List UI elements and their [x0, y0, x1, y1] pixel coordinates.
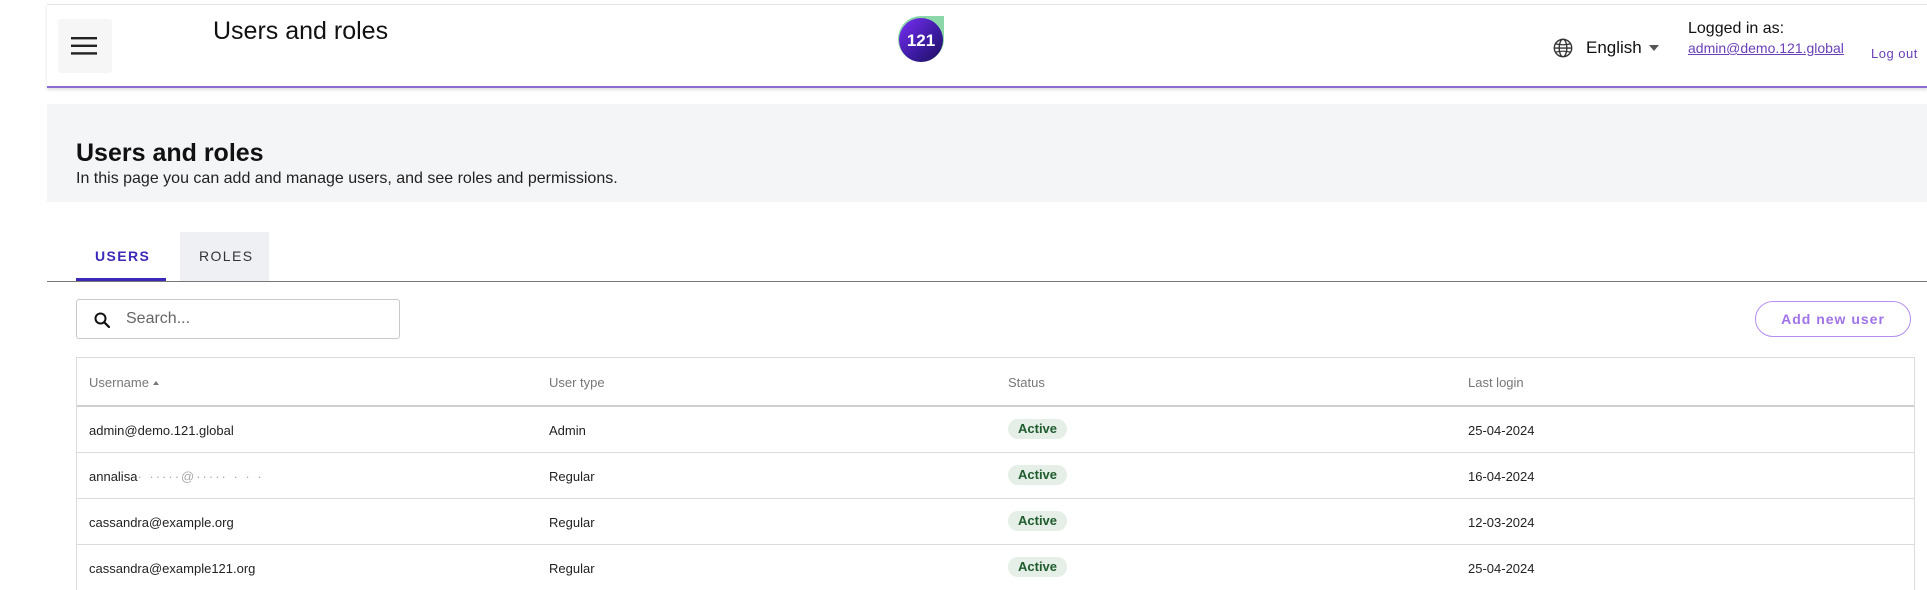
status-badge: Active	[1008, 557, 1068, 577]
username-redacted: · ·····@····· · · ·	[137, 469, 264, 484]
cell-username: cassandra@example.org	[89, 515, 234, 530]
table-header: Username User type Status Last login	[77, 358, 1914, 407]
status-badge: Active	[1008, 511, 1068, 531]
cell-last-login: 16-04-2024	[1468, 469, 1535, 484]
cell-user-type: Regular	[549, 515, 595, 530]
logged-in-label: Logged in as:	[1688, 20, 1785, 37]
cell-last-login: 12-03-2024	[1468, 515, 1535, 530]
cell-user-type: Admin	[549, 423, 586, 438]
search-input[interactable]	[126, 306, 386, 332]
page-title: Users and roles	[76, 139, 264, 167]
logout-link[interactable]: Log out	[1871, 46, 1918, 61]
add-user-button[interactable]: Add new user	[1755, 301, 1911, 337]
cell-username: annalisa· ·····@····· · · ·	[89, 469, 264, 484]
table-row[interactable]: annalisa· ·····@····· · · · Regular Acti…	[77, 453, 1914, 499]
tab-roles[interactable]: ROLES	[180, 232, 269, 281]
table-row[interactable]: cassandra@example121.org Regular Active …	[77, 545, 1914, 590]
status-badge: Active	[1008, 465, 1068, 485]
cell-last-login: 25-04-2024	[1468, 561, 1535, 576]
search-icon	[94, 312, 110, 328]
page-description: In this page you can add and manage user…	[76, 170, 618, 187]
brand-logo-text: 121	[907, 31, 935, 50]
language-label: English	[1586, 38, 1642, 57]
sort-ascending-icon	[152, 381, 159, 385]
cell-last-login: 25-04-2024	[1468, 423, 1535, 438]
column-header-last-login[interactable]: Last login	[1468, 375, 1524, 390]
table-row[interactable]: cassandra@example.org Regular Active 12-…	[77, 499, 1914, 545]
column-header-user-type[interactable]: User type	[549, 375, 605, 390]
column-header-label: Username	[89, 375, 149, 390]
username-visible: annalisa	[89, 469, 138, 484]
brand-logo: 121	[898, 15, 945, 62]
hamburger-menu-icon	[71, 37, 97, 55]
column-header-username[interactable]: Username	[89, 375, 159, 390]
cell-user-type: Regular	[549, 561, 595, 576]
intro-section: Users and roles In this page you can add…	[47, 104, 1927, 202]
cell-username: cassandra@example121.org	[89, 561, 256, 576]
app-header: Users and roles 121 English Logged in as…	[47, 4, 1927, 88]
table-row[interactable]: admin@demo.121.global Admin Active 25-04…	[77, 407, 1914, 453]
tab-bar: USERS ROLES	[47, 232, 1927, 282]
language-selector[interactable]: English	[1552, 35, 1659, 61]
users-table: Username User type Status Last login adm…	[76, 357, 1915, 590]
chevron-down-icon	[1648, 45, 1659, 51]
status-badge: Active	[1008, 419, 1068, 439]
tab-users[interactable]: USERS	[76, 232, 166, 281]
globe-icon	[1553, 38, 1573, 58]
page: Users and roles 121 English Logged in as…	[0, 0, 1927, 590]
cell-user-type: Regular	[549, 469, 595, 484]
column-header-status[interactable]: Status	[1008, 375, 1045, 390]
menu-button[interactable]	[58, 19, 112, 73]
search-field[interactable]	[76, 299, 400, 339]
cell-username: admin@demo.121.global	[89, 423, 234, 438]
app-title: Users and roles	[213, 17, 389, 45]
logged-in-email-link[interactable]: admin@demo.121.global	[1688, 40, 1844, 56]
